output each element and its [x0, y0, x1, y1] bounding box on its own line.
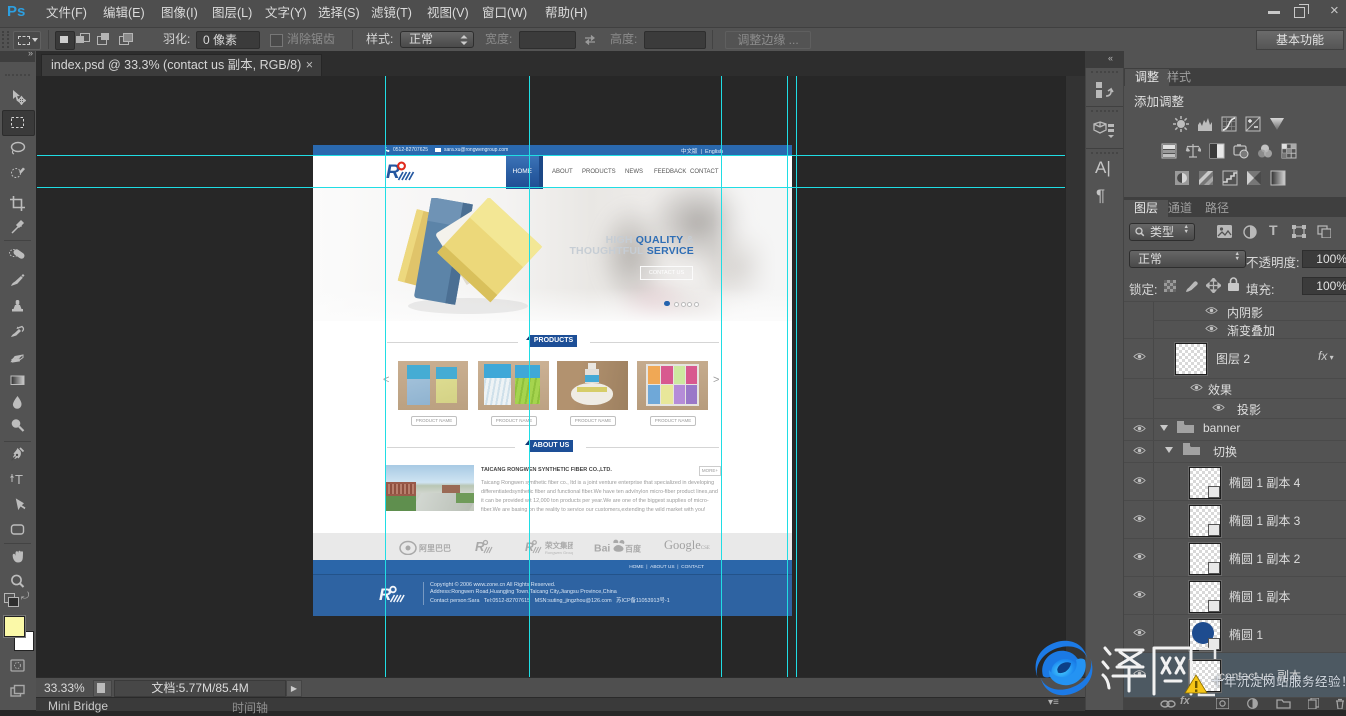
svg-text:荣文集团: 荣文集团 — [544, 540, 573, 550]
svg-text:T: T — [15, 472, 23, 487]
svg-text:阿里巴巴: 阿里巴巴 — [419, 544, 451, 553]
svg-text:百度: 百度 — [625, 543, 642, 553]
svg-text:Bai: Bai — [594, 542, 610, 554]
svg-text:Rongwen Group: Rongwen Group — [545, 550, 573, 555]
